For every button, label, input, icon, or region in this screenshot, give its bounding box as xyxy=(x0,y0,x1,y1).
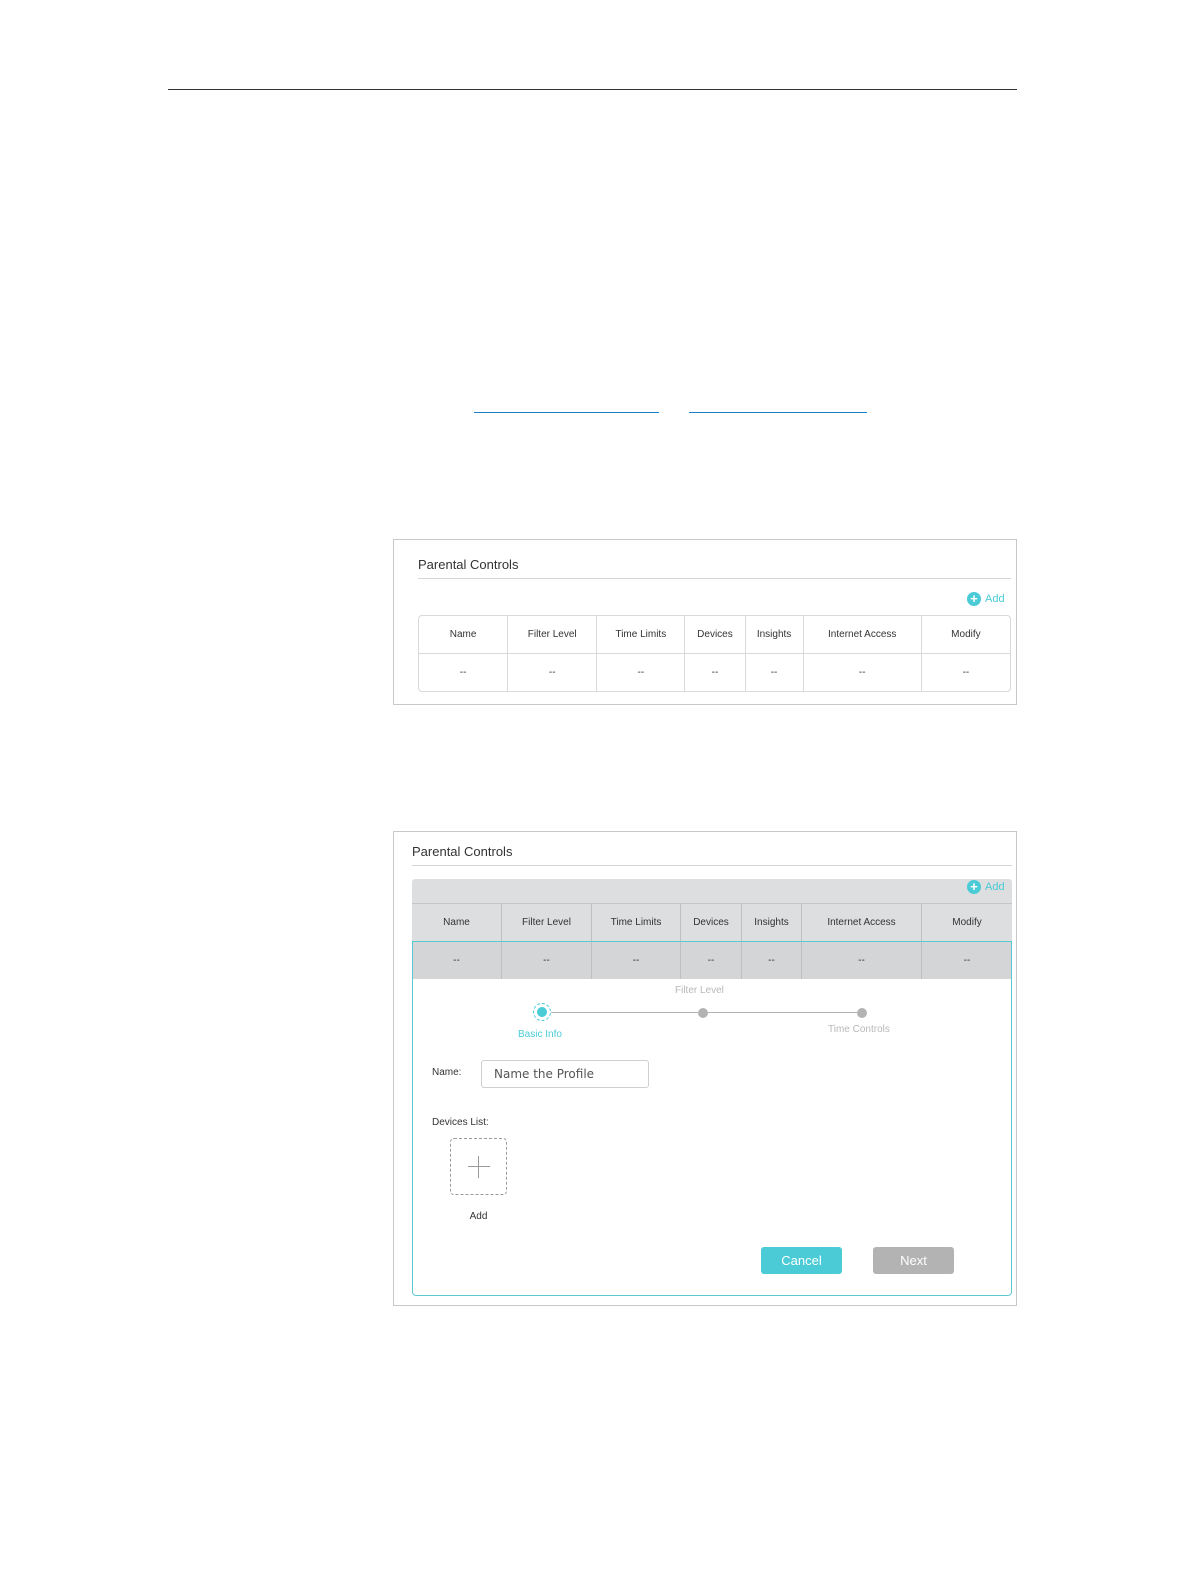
add-profile-button[interactable]: + Add xyxy=(967,592,1005,606)
add-label: Add xyxy=(985,881,1005,893)
step-time-controls-dot xyxy=(857,1008,867,1018)
cancel-button[interactable]: Cancel xyxy=(761,1247,842,1274)
next-button[interactable]: Next xyxy=(873,1247,954,1274)
plus-icon xyxy=(468,1166,490,1167)
table-cell: -- xyxy=(419,654,509,691)
column-header-modify: Modify xyxy=(921,616,1010,654)
table-cell: -- xyxy=(746,654,804,691)
column-header-insights: Insights xyxy=(742,904,802,942)
column-header-internet-access: Internet Access xyxy=(802,904,922,942)
table-cell: -- xyxy=(508,654,598,691)
name-label: Name: xyxy=(432,1067,462,1078)
add-device-label: Add xyxy=(469,1211,488,1222)
column-header-insights: Insights xyxy=(745,616,804,654)
hyperlink-underline[interactable] xyxy=(689,412,867,413)
column-header-devices: Devices xyxy=(685,616,746,654)
step-time-controls-label: Time Controls xyxy=(828,1024,890,1035)
devices-list-label: Devices List: xyxy=(432,1117,489,1128)
table-header-row: Name Filter Level Time Limits Devices In… xyxy=(419,616,1010,654)
column-header-filter-level: Filter Level xyxy=(508,616,598,654)
stepper-line xyxy=(551,1012,698,1013)
add-profile-button[interactable]: + Add xyxy=(967,880,1005,894)
column-header-devices: Devices xyxy=(681,904,742,942)
step-filter-level-label: Filter Level xyxy=(675,985,724,996)
table-cell: -- xyxy=(962,667,970,678)
column-header-internet-access: Internet Access xyxy=(803,616,922,654)
column-header-name: Name xyxy=(419,616,509,654)
column-header-time-limits: Time Limits xyxy=(597,616,686,654)
table-header-row: Name Filter Level Time Limits Devices In… xyxy=(412,904,1012,942)
step-filter-level-dot xyxy=(698,1008,708,1018)
panel-title-divider xyxy=(412,865,1012,866)
add-device-button[interactable] xyxy=(450,1138,507,1195)
table-cell: -- xyxy=(597,654,686,691)
profile-name-input[interactable] xyxy=(481,1060,649,1088)
hyperlink-underline[interactable] xyxy=(474,412,659,413)
panel-title-divider xyxy=(418,578,1011,579)
step-basic-info-label: Basic Info xyxy=(518,1029,562,1040)
step-basic-info-dot xyxy=(533,1003,551,1021)
column-header-name: Name xyxy=(412,904,502,942)
profiles-table: Name Filter Level Time Limits Devices In… xyxy=(418,615,1011,692)
table-cell: -- xyxy=(685,654,746,691)
column-header-filter-level: Filter Level xyxy=(502,904,592,942)
column-header-modify: Modify xyxy=(922,904,1012,942)
plus-circle-icon: + xyxy=(967,592,981,606)
stepper-line xyxy=(708,1012,857,1013)
table-cell: -- xyxy=(804,654,922,691)
panel-title: Parental Controls xyxy=(412,844,513,859)
add-label: Add xyxy=(985,593,1005,605)
table-row: -- -- -- -- -- -- -- xyxy=(419,654,1010,691)
column-header-time-limits: Time Limits xyxy=(592,904,681,942)
page-header-rule xyxy=(168,89,1017,90)
plus-circle-icon: + xyxy=(967,880,981,894)
panel-title: Parental Controls xyxy=(418,557,519,572)
